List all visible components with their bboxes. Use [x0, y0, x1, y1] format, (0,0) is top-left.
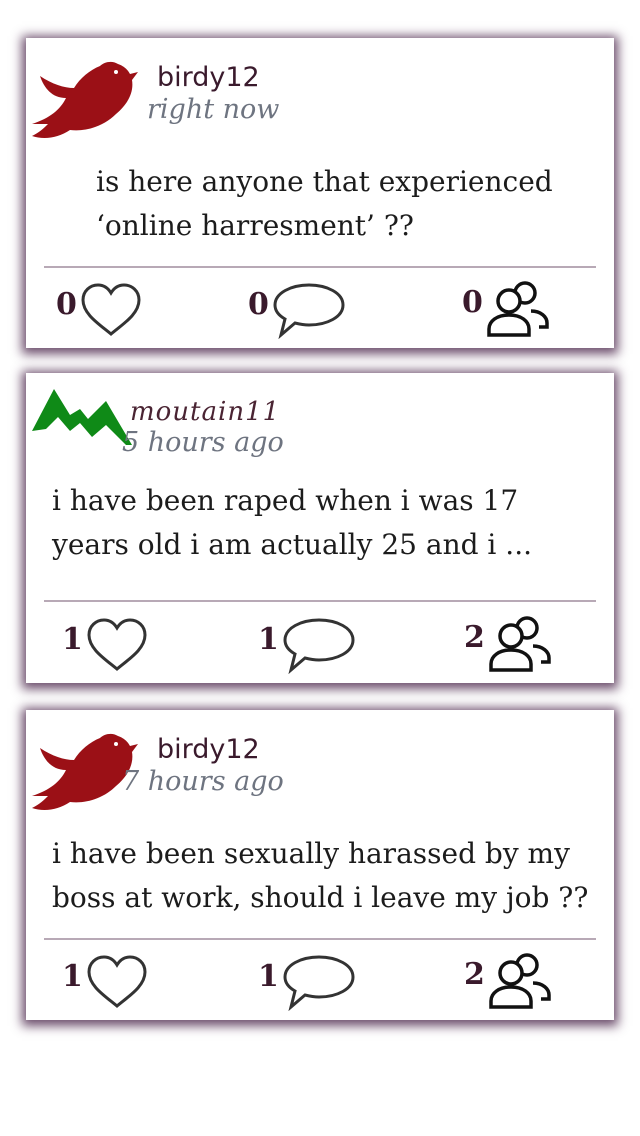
comment-button[interactable]: 1	[258, 952, 357, 1012]
like-button[interactable]: 0	[56, 280, 143, 340]
divider	[44, 938, 596, 940]
users-icon	[489, 953, 551, 1009]
comment-button[interactable]: 1	[258, 615, 357, 675]
post-text-line: ‘online harresment’ ??	[96, 209, 414, 242]
post-card[interactable]: birdy12 right now is here anyone that ex…	[26, 38, 614, 348]
followers-count: 0	[462, 284, 483, 320]
comment-count: 0	[248, 286, 269, 322]
divider	[44, 600, 596, 602]
heart-icon	[87, 618, 147, 671]
post-text-line: years old i am actually 25 and i ...	[52, 528, 532, 561]
comment-count: 1	[258, 621, 279, 657]
post-text-line: i have been raped when i was 17	[52, 484, 519, 517]
heart-icon	[87, 955, 147, 1008]
post-text-line: boss at work, should i leave my job ??	[52, 881, 589, 914]
username[interactable]: moutain11	[130, 397, 280, 427]
speech-bubble-icon	[283, 618, 355, 674]
followers-button[interactable]: 0	[462, 278, 549, 338]
red-bird-icon	[32, 61, 138, 139]
post-text-line: i have been sexually harassed by my	[52, 837, 570, 870]
green-mountain-icon	[32, 389, 132, 445]
username[interactable]: birdy12	[157, 734, 260, 765]
post-card[interactable]: birdy12 7 hours ago i have been sexually…	[26, 710, 614, 1020]
like-count: 0	[56, 286, 77, 322]
followers-count: 2	[464, 956, 485, 992]
heart-icon	[81, 283, 141, 336]
timestamp: right now	[147, 94, 280, 125]
divider	[44, 266, 596, 268]
like-button[interactable]: 1	[62, 615, 149, 675]
timestamp: 7 hours ago	[122, 766, 284, 797]
users-icon	[487, 281, 549, 337]
post-text[interactable]: i have been raped when i was 17 years ol…	[52, 479, 532, 567]
users-icon	[489, 616, 551, 672]
speech-bubble-icon	[273, 283, 345, 339]
username[interactable]: birdy12	[157, 62, 260, 93]
post-text[interactable]: is here anyone that experienced ‘online …	[96, 160, 553, 248]
followers-count: 2	[464, 619, 485, 655]
comment-button[interactable]: 0	[248, 280, 347, 340]
post-card[interactable]: moutain11 5 hours ago i have been raped …	[26, 373, 614, 683]
followers-button[interactable]: 2	[464, 613, 551, 673]
speech-bubble-icon	[283, 955, 355, 1011]
post-text[interactable]: i have been sexually harassed by my boss…	[52, 832, 588, 920]
timestamp: 5 hours ago	[122, 427, 284, 458]
followers-button[interactable]: 2	[464, 950, 551, 1010]
like-count: 1	[62, 958, 83, 994]
like-count: 1	[62, 621, 83, 657]
comment-count: 1	[258, 958, 279, 994]
like-button[interactable]: 1	[62, 952, 149, 1012]
post-text-line: is here anyone that experienced	[96, 165, 553, 198]
